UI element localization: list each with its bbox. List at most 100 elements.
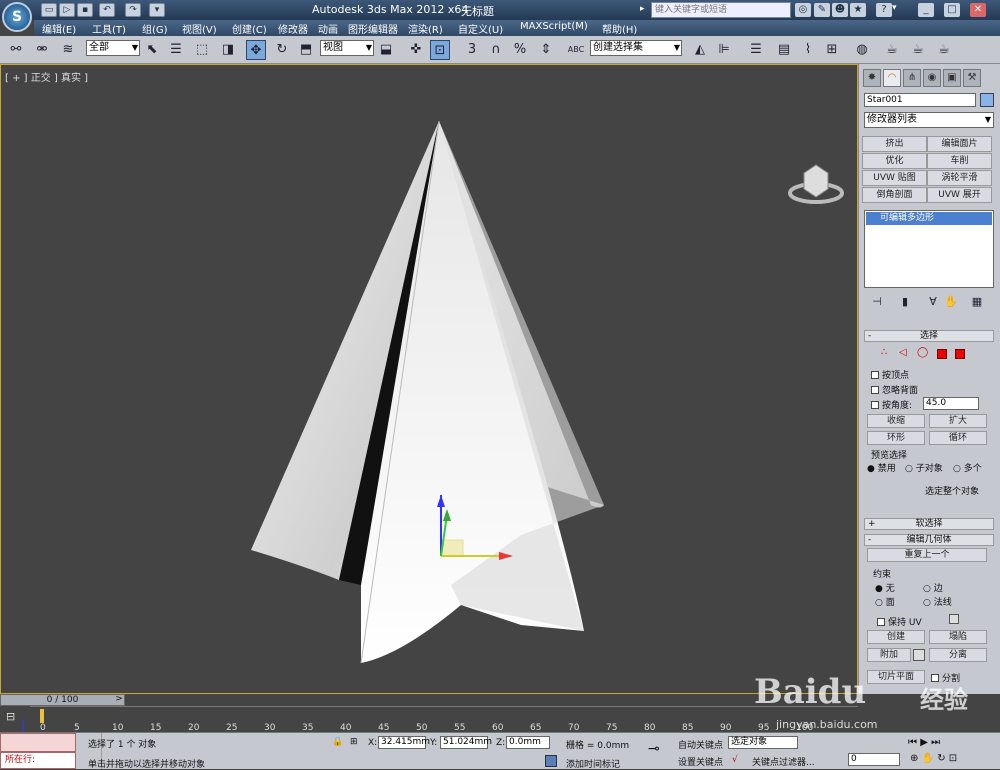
binoculars-icon[interactable]: ◎ <box>795 3 811 17</box>
rect-selection-icon[interactable]: ⬚ <box>192 40 212 60</box>
constraint-edge-radio[interactable]: ○ 边 <box>923 581 943 594</box>
select-and-move-icon[interactable]: ✥ <box>246 40 266 60</box>
curve-editor-icon[interactable]: ⌇ <box>798 40 818 60</box>
grow-button[interactable]: 扩大 <box>929 414 987 428</box>
object-color-swatch[interactable] <box>980 93 994 107</box>
modifier-button-unwrap-uvw[interactable]: UVW 展开 <box>927 187 992 203</box>
render-production-icon[interactable]: ☕ <box>934 40 954 60</box>
attach-list-icon[interactable] <box>913 649 925 661</box>
modifier-stack[interactable]: 可编辑多边形 <box>864 210 994 288</box>
save-icon[interactable]: ▪ <box>77 3 93 17</box>
show-end-result-icon[interactable]: ▮ <box>897 295 913 309</box>
key-filters-icon[interactable]: √ <box>732 755 738 765</box>
select-by-name-icon[interactable]: ☰ <box>166 40 186 60</box>
schematic-view-icon[interactable]: ⊞ <box>822 40 842 60</box>
modifier-list-dropdown[interactable]: 修改器列表 ▼ <box>864 112 994 128</box>
new-file-icon[interactable]: ▭ <box>41 3 57 17</box>
detach-button[interactable]: 分离 <box>929 648 987 662</box>
material-editor-icon[interactable]: ◍ <box>852 40 872 60</box>
graphite-ribbon-icon[interactable]: ▤ <box>774 40 794 60</box>
go-to-start-icon[interactable]: ⏮ <box>908 737 917 748</box>
redo-icon[interactable]: ↷ <box>125 3 141 17</box>
ignore-backfacing-checkbox[interactable]: 忽略背面 <box>871 383 918 396</box>
constraint-normal-radio[interactable]: ○ 法线 <box>923 595 952 608</box>
menu-graph-editors[interactable]: 图形编辑器 <box>348 21 398 36</box>
absolute-mode-icon[interactable]: ⊞ <box>350 737 358 747</box>
maxscript-listener[interactable] <box>0 733 76 752</box>
repeat-last-button[interactable]: 重复上一个 <box>867 548 987 562</box>
menu-rendering[interactable]: 渲染(R) <box>408 21 443 36</box>
help-dropdown-icon[interactable]: ▾ <box>892 3 897 13</box>
attach-button[interactable]: 附加 <box>867 648 911 662</box>
undo-icon[interactable]: ↶ <box>99 3 115 17</box>
quick-access-dropdown-icon[interactable]: ▾ <box>149 3 165 17</box>
zoom-icon[interactable]: ⊕ <box>910 753 918 764</box>
menu-group[interactable]: 组(G) <box>142 21 168 36</box>
reference-coordinate-dropdown[interactable]: 视图 ▼ <box>320 40 374 56</box>
modifier-button-extrude[interactable]: 挤出 <box>862 136 927 152</box>
edit-named-selection-icon[interactable]: ABC <box>566 40 586 60</box>
rollout-soft-selection[interactable]: + 软选择 <box>864 518 994 530</box>
viewcube-icon[interactable] <box>786 155 846 205</box>
selection-filter-dropdown[interactable]: 全部 ▼ <box>86 40 140 56</box>
display-tab-icon[interactable]: ▣ <box>943 69 961 87</box>
by-vertex-checkbox[interactable]: 按顶点 <box>871 368 909 381</box>
track-bar[interactable]: 0 5 10 15 20 25 30 35 40 45 50 55 60 65 70 75 80 85 90 95 10… <box>30 706 858 733</box>
menu-views[interactable]: 视图(V) <box>182 21 217 36</box>
constraint-none-radio[interactable]: ● 无 <box>875 581 895 594</box>
mirror-icon[interactable]: ◭ <box>690 40 710 60</box>
preview-subobject-radio[interactable]: ○ 子对象 <box>905 461 943 474</box>
menu-create[interactable]: 创建(C) <box>232 21 267 36</box>
menu-edit[interactable]: 编辑(E) <box>42 21 76 36</box>
modifier-button-lathe[interactable]: 车削 <box>927 153 992 169</box>
window-crossing-icon[interactable]: ◨ <box>218 40 238 60</box>
perspective-viewport[interactable]: [ + ] 正交 ] 真实 ] <box>0 64 858 738</box>
select-manipulate-icon[interactable]: ✜ <box>406 40 426 60</box>
preserve-uv-settings-icon[interactable] <box>949 614 959 624</box>
loop-button[interactable]: 循环 <box>929 431 987 445</box>
modifier-button-optimize[interactable]: 优化 <box>862 153 927 169</box>
snap-toggle-icon[interactable]: 3 <box>462 40 482 60</box>
close-icon[interactable]: ✕ <box>970 3 986 17</box>
y-coordinate-field[interactable]: 51.024mm <box>440 736 492 749</box>
x-coordinate-field[interactable]: 32.415mm <box>378 736 430 749</box>
modifier-button-turbosmooth[interactable]: 涡轮平滑 <box>927 170 992 186</box>
menu-animation[interactable]: 动画 <box>318 21 338 36</box>
minimize-icon[interactable]: _ <box>918 3 934 17</box>
create-tab-icon[interactable]: ✸ <box>863 69 881 87</box>
edge-icon[interactable]: ◁ <box>899 347 907 358</box>
bind-space-warp-icon[interactable]: ≋ <box>58 40 78 60</box>
app-logo-icon[interactable]: S <box>2 2 32 32</box>
menu-help[interactable]: 帮助(H) <box>602 21 637 36</box>
rollout-edit-geometry[interactable]: - 编辑几何体 <box>864 534 994 546</box>
star-pyramid-mesh[interactable] <box>251 120 604 664</box>
menu-maxscript[interactable]: MAXScript(M) <box>520 21 588 32</box>
menu-tools[interactable]: 工具(T) <box>92 21 126 36</box>
rendered-frame-window-icon[interactable]: ☕ <box>908 40 928 60</box>
lock-selection-icon[interactable]: 🔒 <box>332 737 343 747</box>
angle-snap-icon[interactable]: ∩ <box>486 40 506 60</box>
link-icon[interactable]: ⚯ <box>6 40 26 60</box>
border-icon[interactable]: ◯ <box>917 347 928 358</box>
user-icon[interactable]: ☻ <box>832 3 848 17</box>
collapse-button[interactable]: 塌陷 <box>929 630 987 644</box>
unlink-icon[interactable]: ⚮ <box>32 40 52 60</box>
make-unique-icon[interactable]: ∀ <box>925 295 941 309</box>
time-slider[interactable]: 0 / 100 <box>0 694 125 706</box>
key-icon[interactable]: ⊸ <box>648 741 660 757</box>
orbit-icon[interactable]: ↻ <box>937 753 945 764</box>
constraint-face-radio[interactable]: ○ 面 <box>875 595 895 608</box>
spinner-snap-icon[interactable]: ⇕ <box>536 40 556 60</box>
wrench-icon[interactable]: ✎ <box>814 3 830 17</box>
viewport-scene[interactable] <box>1 65 857 693</box>
by-angle-checkbox[interactable]: 按角度: <box>871 398 912 411</box>
ring-button[interactable]: 环形 <box>867 431 925 445</box>
named-selection-sets-dropdown[interactable]: 创建选择集 ▼ <box>590 40 682 56</box>
shrink-button[interactable]: 收缩 <box>867 414 925 428</box>
vertex-icon[interactable]: ∴ <box>881 347 887 358</box>
object-name-field[interactable]: Star001 <box>864 93 976 107</box>
key-filters-button[interactable]: 关键点过滤器... <box>752 755 815 768</box>
select-object-icon[interactable]: ⬉ <box>142 40 162 60</box>
add-time-tag-text[interactable]: 添加时间标记 <box>566 757 620 770</box>
modify-tab-icon[interactable]: ◠ <box>883 69 901 87</box>
